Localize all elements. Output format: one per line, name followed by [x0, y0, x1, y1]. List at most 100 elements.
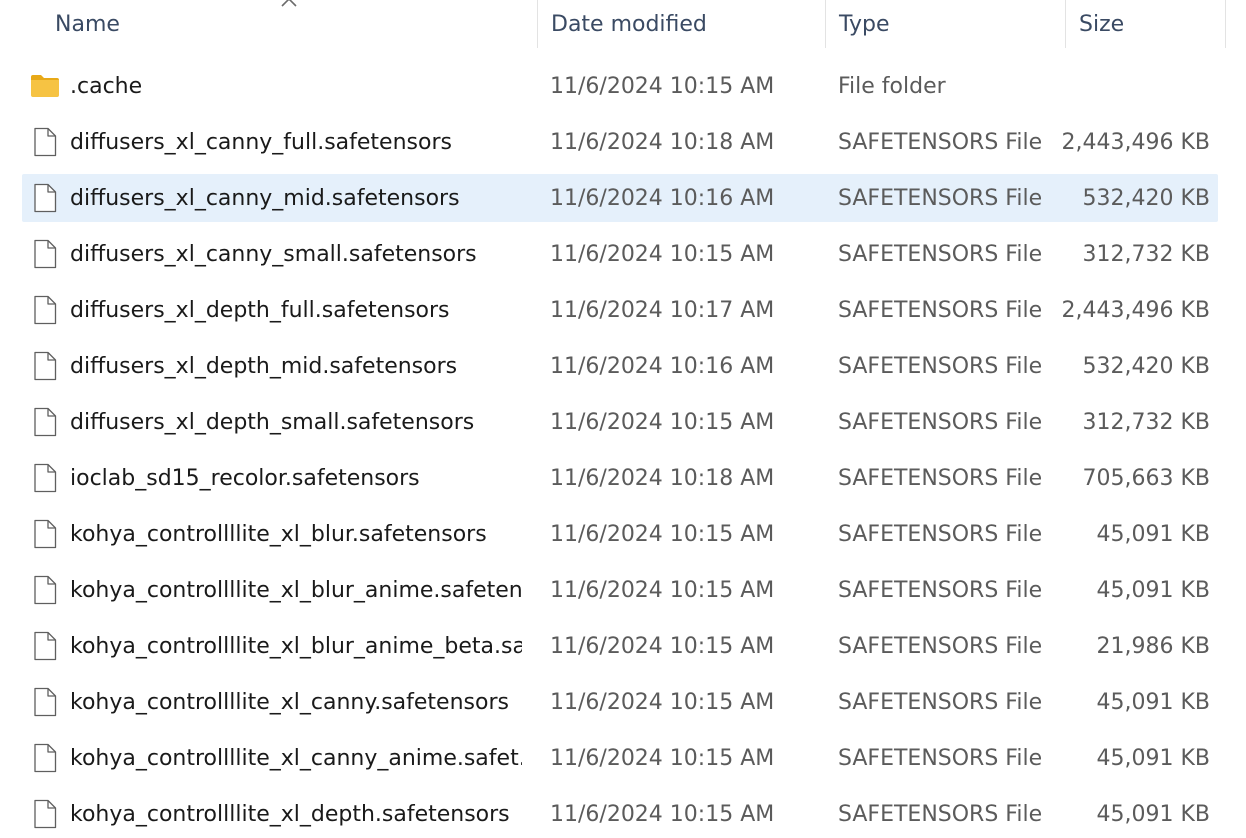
- file-icon-cell: [30, 118, 60, 166]
- file-row[interactable]: diffusers_xl_canny_full.safetensors 11/6/…: [22, 118, 1218, 166]
- file-row[interactable]: kohya_controllllite_xl_blur.safetensors 1…: [22, 510, 1218, 558]
- file-icon: [34, 575, 57, 605]
- file-date-modified: 11/6/2024 10:16 AM: [550, 353, 775, 379]
- file-date-modified: 11/6/2024 10:15 AM: [550, 745, 775, 771]
- file-name: diffusers_xl_depth_mid.safetensors: [70, 353, 458, 379]
- file-name: kohya_controllllite_xl_blur_anime_beta.s…: [70, 633, 522, 659]
- file-size: 532,420 KB: [1082, 185, 1211, 211]
- file-date-modified: 11/6/2024 10:15 AM: [550, 409, 775, 435]
- file-row[interactable]: kohya_controllllite_xl_depth.safetensors…: [22, 790, 1218, 838]
- date-modified-column-header[interactable]: Date modified: [537, 0, 825, 48]
- file-row[interactable]: diffusers_xl_depth_full.safetensors 11/6/…: [22, 286, 1218, 334]
- file-date-modified: 11/6/2024 10:15 AM: [550, 633, 775, 659]
- file-size: 312,732 KB: [1082, 409, 1211, 435]
- file-icon: [34, 239, 57, 269]
- file-date-modified: 11/6/2024 10:15 AM: [550, 241, 775, 267]
- file-row[interactable]: diffusers_xl_depth_mid.safetensors 11/6/2…: [22, 342, 1218, 390]
- date-modified-column-label: Date modified: [551, 11, 707, 37]
- file-date-modified: 11/6/2024 10:18 AM: [550, 465, 775, 491]
- file-icon-cell: [30, 510, 60, 558]
- file-name: kohya_controllllite_xl_canny.safetensors: [70, 689, 509, 715]
- file-icon: [34, 295, 57, 325]
- file-name: diffusers_xl_canny_full.safetensors: [70, 129, 452, 155]
- file-type: SAFETENSORS File: [838, 353, 1043, 379]
- file-icon: [34, 407, 57, 437]
- file-icon-cell: [30, 622, 60, 670]
- file-icon-cell: [30, 790, 60, 838]
- type-column-label: Type: [839, 11, 890, 37]
- file-icon-cell: [30, 174, 60, 222]
- file-type: SAFETENSORS File: [838, 297, 1043, 323]
- file-icon: [34, 351, 57, 381]
- column-header-bar: Name Date modified Type Size: [0, 0, 1246, 48]
- file-type: SAFETENSORS File: [838, 689, 1043, 715]
- file-date-modified: 11/6/2024 10:15 AM: [550, 577, 775, 603]
- file-icon-cell: [30, 230, 60, 278]
- file-date-modified: 11/6/2024 10:15 AM: [550, 801, 775, 827]
- file-name: diffusers_xl_canny_small.safetensors: [70, 241, 477, 267]
- file-row[interactable]: diffusers_xl_canny_small.safetensors 11/6…: [22, 230, 1218, 278]
- file-icon: [34, 463, 57, 493]
- file-size: 45,091 KB: [1096, 689, 1211, 715]
- file-icon-cell: [30, 566, 60, 614]
- file-row[interactable]: diffusers_xl_depth_small.safetensors 11/6…: [22, 398, 1218, 446]
- file-type: SAFETENSORS File: [838, 465, 1043, 491]
- file-icon: [34, 687, 57, 717]
- file-size: 45,091 KB: [1096, 577, 1211, 603]
- file-row[interactable]: kohya_controllllite_xl_blur_anime_beta.s…: [22, 622, 1218, 670]
- file-size: 532,420 KB: [1082, 353, 1211, 379]
- file-name: diffusers_xl_depth_small.safetensors: [70, 409, 475, 435]
- file-size: 2,443,496 KB: [1062, 297, 1210, 323]
- file-name: kohya_controllllite_xl_depth.safetensors: [70, 801, 510, 827]
- file-size: 705,663 KB: [1082, 465, 1211, 491]
- file-row[interactable]: kohya_controllllite_xl_canny_anime.safet…: [22, 734, 1218, 782]
- file-date-modified: 11/6/2024 10:15 AM: [550, 689, 775, 715]
- file-icon: [34, 743, 57, 773]
- file-name: kohya_controllllite_xl_blur_anime.safete…: [70, 577, 522, 603]
- chevron-up-icon: [281, 0, 297, 7]
- file-date-modified: 11/6/2024 10:17 AM: [550, 297, 775, 323]
- file-icon: [34, 799, 57, 829]
- column-divider[interactable]: [1225, 0, 1226, 48]
- file-date-modified: 11/6/2024 10:18 AM: [550, 129, 775, 155]
- file-type: SAFETENSORS File: [838, 577, 1043, 603]
- file-icon-cell: [30, 286, 60, 334]
- name-column-label: Name: [55, 11, 120, 37]
- file-name: .cache: [70, 73, 143, 99]
- file-row[interactable]: diffusers_xl_canny_mid.safetensors 11/6/2…: [22, 174, 1218, 222]
- size-column-label: Size: [1079, 11, 1125, 37]
- file-icon-cell: [30, 734, 60, 782]
- file-name: diffusers_xl_depth_full.safetensors: [70, 297, 450, 323]
- file-name: kohya_controllllite_xl_canny_anime.safet…: [70, 745, 522, 771]
- file-icon: [34, 183, 57, 213]
- file-size: 2,443,496 KB: [1062, 129, 1210, 155]
- file-name: diffusers_xl_canny_mid.safetensors: [70, 185, 460, 211]
- file-type: SAFETENSORS File: [838, 129, 1043, 155]
- file-size: [1062, 62, 1210, 110]
- file-type: SAFETENSORS File: [838, 801, 1043, 827]
- file-size: 45,091 KB: [1096, 801, 1211, 827]
- file-icon: [34, 631, 57, 661]
- file-icon-cell: [30, 454, 60, 502]
- file-type: SAFETENSORS File: [838, 409, 1043, 435]
- file-row[interactable]: .cache 11/6/2024 10:15 AM File folder: [22, 62, 1218, 110]
- folder-icon: [31, 75, 59, 97]
- file-type: SAFETENSORS File: [838, 241, 1043, 267]
- file-row[interactable]: kohya_controllllite_xl_canny.safetensors…: [22, 678, 1218, 726]
- type-column-header[interactable]: Type: [825, 0, 1065, 48]
- file-name: ioclab_sd15_recolor.safetensors: [70, 465, 420, 491]
- size-column-header[interactable]: Size: [1065, 0, 1225, 48]
- file-icon-cell: [30, 678, 60, 726]
- file-size: 45,091 KB: [1096, 745, 1211, 771]
- file-size: 21,986 KB: [1096, 633, 1211, 659]
- file-date-modified: 11/6/2024 10:15 AM: [550, 73, 775, 99]
- file-icon-cell: [30, 398, 60, 446]
- file-date-modified: 11/6/2024 10:15 AM: [550, 521, 775, 547]
- file-row[interactable]: kohya_controllllite_xl_blur_anime.safete…: [22, 566, 1218, 614]
- file-type: SAFETENSORS File: [838, 745, 1043, 771]
- file-type: SAFETENSORS File: [838, 185, 1043, 211]
- file-icon-cell: [30, 342, 60, 390]
- file-icon-cell: [30, 62, 60, 110]
- file-date-modified: 11/6/2024 10:16 AM: [550, 185, 775, 211]
- file-row[interactable]: ioclab_sd15_recolor.safetensors 11/6/2024…: [22, 454, 1218, 502]
